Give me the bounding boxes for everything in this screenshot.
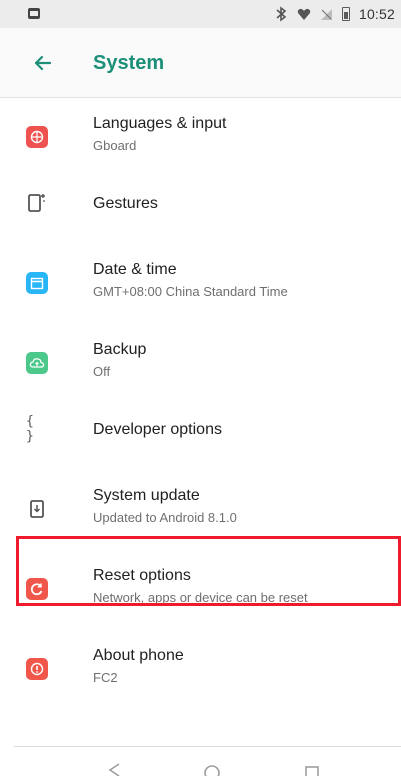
setting-gestures[interactable]: Gestures <box>0 164 401 244</box>
page-title: System <box>93 52 165 74</box>
recents-nav-icon[interactable] <box>302 763 322 776</box>
setting-subtitle: FC2 <box>93 670 118 685</box>
setting-subtitle: GMT+08:00 China Standard Time <box>93 284 288 299</box>
bluetooth-icon <box>276 6 287 22</box>
setting-title: Backup <box>93 341 147 358</box>
status-bar: 10:52 <box>0 0 401 28</box>
system-update-icon <box>26 498 48 520</box>
highlight-box <box>16 536 401 606</box>
cloud-backup-icon <box>26 352 48 374</box>
setting-about-phone[interactable]: About phone FC2 <box>0 630 401 710</box>
app-bar: System <box>0 28 401 98</box>
setting-subtitle: Gboard <box>93 138 137 153</box>
calendar-icon <box>26 272 48 294</box>
braces-icon: { } <box>26 414 34 444</box>
setting-developer-options[interactable]: { } Developer options <box>0 390 401 470</box>
notification-icon <box>28 8 40 19</box>
setting-title: Date & time <box>93 261 177 278</box>
globe-icon <box>26 126 48 148</box>
back-nav-icon[interactable] <box>105 763 125 776</box>
navigation-bar <box>0 747 401 776</box>
clock: 10:52 <box>358 6 395 22</box>
gesture-phone-icon <box>26 192 48 214</box>
setting-title: About phone <box>93 647 184 664</box>
wifi-icon <box>297 8 311 20</box>
setting-date-time[interactable]: Date & time GMT+08:00 China Standard Tim… <box>0 244 401 324</box>
home-nav-icon[interactable] <box>202 763 222 776</box>
setting-title: Languages & input <box>93 115 227 132</box>
setting-title: Gestures <box>93 195 158 212</box>
setting-subtitle: Off <box>93 364 111 379</box>
info-icon <box>26 658 48 680</box>
arrow-back-icon[interactable] <box>30 50 56 76</box>
setting-title: System update <box>93 487 200 504</box>
setting-subtitle: Updated to Android 8.1.0 <box>93 510 237 525</box>
status-icons: 10:52 <box>274 5 395 23</box>
no-signal-icon <box>320 8 332 20</box>
battery-icon <box>341 7 350 21</box>
setting-title: Developer options <box>93 421 222 438</box>
